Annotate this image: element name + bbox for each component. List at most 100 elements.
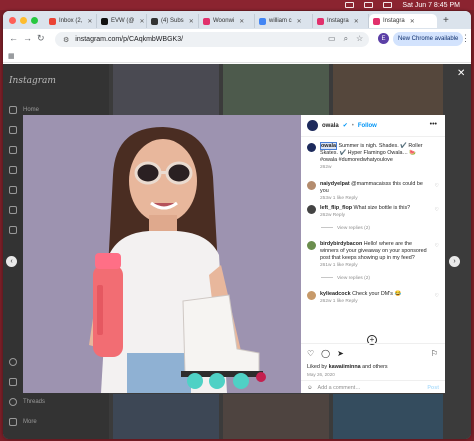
close-tab-icon[interactable]: ✕ — [87, 18, 92, 25]
grid-post-thumbnail[interactable] — [223, 394, 329, 439]
close-tab-icon[interactable]: ✕ — [189, 18, 194, 25]
sidebar-item-reels[interactable] — [9, 166, 17, 174]
close-tab-icon[interactable]: ✕ — [139, 18, 144, 25]
tab-instagram-2[interactable]: Instagra ✕ — [313, 14, 369, 28]
commenter-avatar[interactable] — [307, 291, 316, 300]
sidebar-item-create[interactable] — [9, 226, 17, 234]
sidebar-item-notifications[interactable] — [9, 206, 17, 214]
site-info-icon[interactable]: ⚙ — [63, 36, 69, 44]
tab-instagram-woonwi[interactable]: Woonwi ✕ — [199, 14, 255, 28]
post-header: owala ✔ • Follow ••• — [301, 115, 445, 137]
like-icon[interactable]: ♡ — [307, 349, 314, 358]
comment-username[interactable]: kylieadcock — [320, 291, 351, 297]
browser-menu-icon[interactable]: ⋮ — [461, 33, 470, 44]
threads-icon — [9, 398, 17, 406]
close-tab-icon[interactable]: ✕ — [410, 18, 415, 25]
comment-username[interactable]: left_flip_flop — [320, 205, 352, 211]
comment-icon[interactable]: ◯ — [321, 349, 330, 358]
address-bar[interactable]: ⚙ instagram.com/p/CAqkmbWBGK3/ — [55, 32, 369, 47]
next-post-button[interactable]: › — [449, 256, 460, 267]
previous-post-button[interactable]: ‹ — [6, 256, 17, 267]
tab-gmail[interactable]: Inbox (2, ✕ — [45, 14, 97, 28]
minimize-window-button[interactable] — [20, 17, 27, 24]
save-bookmark-icon[interactable]: ⚐ — [431, 349, 438, 358]
close-tab-icon[interactable]: ✕ — [239, 18, 244, 25]
add-comment-input[interactable]: Add a comment… — [318, 385, 361, 391]
view-replies-button[interactable]: View replies (2) — [321, 226, 370, 231]
sidebar-item-home[interactable]: Home — [9, 106, 39, 114]
wifi-icon[interactable] — [345, 2, 355, 8]
tab-label: EVW (@ — [111, 18, 135, 24]
close-tab-icon[interactable]: ✕ — [297, 18, 302, 25]
tab-label: Instagra — [383, 18, 405, 24]
menubar-clock[interactable]: Sat Jun 7 8:45 PM — [402, 2, 460, 9]
author-username[interactable]: owala — [322, 123, 339, 129]
sidebar-item-meta-ai[interactable] — [9, 358, 17, 366]
bookmark-star-icon[interactable]: ☆ — [356, 34, 363, 44]
post-comment-button[interactable]: Post — [427, 385, 439, 391]
share-icon[interactable]: ➤ — [337, 349, 344, 358]
search-icon[interactable] — [364, 2, 374, 8]
sidebar-item-also-from-meta[interactable] — [9, 378, 17, 386]
grid-post-thumbnail[interactable] — [333, 394, 443, 439]
like-comment-icon[interactable]: ♡ — [435, 183, 439, 189]
home-icon — [9, 106, 17, 114]
caption-age: 262w — [320, 165, 332, 170]
close-tab-icon[interactable]: ✕ — [354, 18, 359, 25]
comment-meta[interactable]: 253w 1 like Reply — [320, 196, 432, 201]
sidebar-item-messages[interactable] — [9, 186, 17, 194]
new-chrome-available-button[interactable]: New Chrome available — [393, 32, 464, 46]
follow-button[interactable]: Follow — [358, 123, 377, 129]
sidebar-item-search[interactable] — [9, 126, 17, 134]
forward-button[interactable]: → — [23, 33, 32, 43]
new-tab-button[interactable]: + — [443, 15, 449, 26]
view-replies-button[interactable]: View replies (2) — [321, 276, 370, 281]
instagram-icon — [373, 17, 380, 25]
instagram-icon — [317, 17, 324, 25]
control-center-icon[interactable] — [383, 2, 393, 8]
sidebar-item-more[interactable]: More — [9, 418, 37, 426]
close-modal-icon[interactable]: ✕ — [457, 68, 465, 79]
commenter-avatar[interactable] — [307, 241, 316, 250]
liked-by-user[interactable]: kawaiiminna — [329, 364, 361, 370]
comment-username[interactable]: naiydyelpat — [320, 181, 350, 187]
comment-meta[interactable]: 262w 1 like Reply — [320, 299, 432, 304]
zoom-icon[interactable]: ⌕ — [344, 34, 348, 44]
comment-username[interactable]: birdybirdybacon — [320, 241, 362, 247]
close-window-button[interactable] — [9, 17, 16, 24]
comment-meta[interactable]: 262w Reply — [320, 213, 432, 218]
commenter-avatar[interactable] — [307, 181, 316, 190]
sidebar-item-threads[interactable]: Threads — [9, 398, 45, 406]
profile-avatar[interactable]: E — [378, 33, 389, 44]
post-date: May 26, 2020 — [307, 372, 335, 377]
compass-icon — [9, 146, 17, 154]
sidebar-item-explore[interactable] — [9, 146, 17, 154]
author-avatar[interactable] — [307, 143, 316, 152]
apps-grid-icon[interactable]: ▦ — [8, 52, 15, 60]
post-actions: ♡ ◯ ➤ ⚐ Liked by kawaiiminna and others … — [301, 343, 445, 393]
tab-google[interactable]: william c ✕ — [255, 14, 313, 28]
reload-button[interactable]: ↻ — [37, 33, 45, 44]
comments-list: owala Summer is nigh. Shades. ✔️ Roller … — [301, 137, 445, 345]
tab-x[interactable]: EVW (@ ✕ — [97, 14, 147, 28]
like-comment-icon[interactable]: ♡ — [435, 293, 439, 299]
comment-meta[interactable]: 261w 1 like Reply — [320, 263, 432, 268]
caption-username[interactable]: owala — [320, 142, 337, 150]
zoom-window-button[interactable] — [31, 17, 38, 24]
tab-instagram-active[interactable]: Instagra ✕ — [369, 14, 437, 28]
like-comment-icon[interactable]: ♡ — [435, 207, 439, 213]
cast-icon[interactable]: ▭ — [328, 34, 336, 44]
more-options-icon[interactable]: ••• — [430, 121, 437, 128]
liked-by-others[interactable]: and others — [362, 364, 387, 370]
back-button[interactable]: ← — [9, 33, 18, 43]
mac-menubar: Sat Jun 7 8:45 PM — [0, 0, 474, 10]
author-avatar[interactable] — [307, 120, 318, 131]
like-comment-icon[interactable]: ♡ — [435, 243, 439, 249]
commenter-avatar[interactable] — [307, 205, 316, 214]
comment-text: Check your DM's 😂 — [352, 291, 402, 297]
tab-substack[interactable]: (4) Subs ✕ — [147, 14, 199, 28]
emoji-icon[interactable]: ☺ — [307, 385, 313, 391]
bookmarks-bar: ▦ — [3, 49, 471, 63]
grid-post-thumbnail[interactable] — [113, 394, 219, 439]
instagram-logo[interactable]: Instagram — [9, 76, 56, 86]
